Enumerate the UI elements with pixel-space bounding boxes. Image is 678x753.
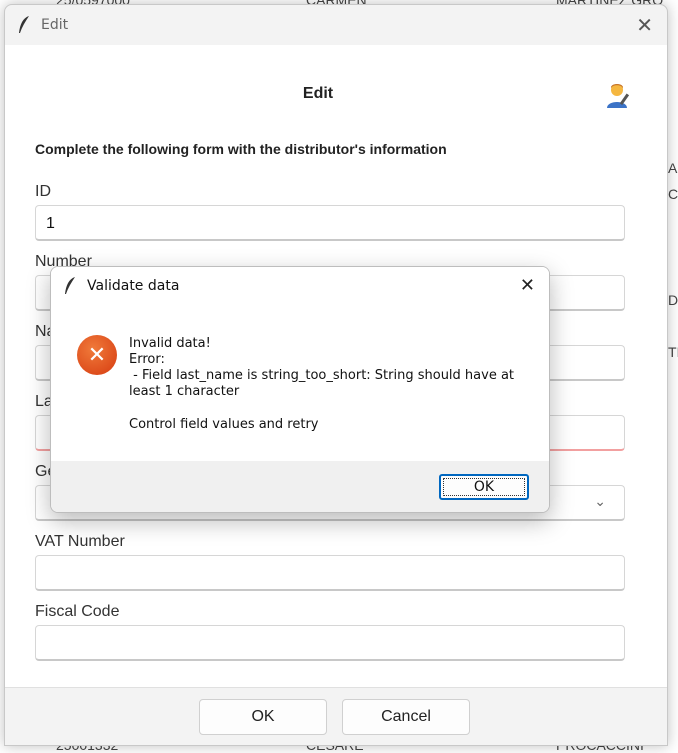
message-line: Invalid data! [129, 336, 211, 351]
background-cell: D [668, 292, 678, 308]
feather-icon [17, 15, 31, 35]
error-icon: ✕ [77, 335, 117, 375]
chevron-down-icon[interactable]: ⌄ [594, 494, 606, 510]
close-icon[interactable]: ✕ [636, 15, 653, 35]
background-cell: CH [668, 186, 678, 202]
dialog-titlebar[interactable]: Validate data ✕ [51, 267, 549, 305]
close-icon[interactable]: ✕ [520, 276, 535, 296]
message-line: Error: [129, 352, 165, 367]
window-titlebar[interactable]: Edit ✕ [5, 5, 667, 45]
field-label-id: ID [35, 183, 51, 200]
id-field[interactable]: 1 [35, 205, 625, 241]
feather-icon [63, 276, 77, 296]
message-line: Control field values and retry [129, 417, 319, 432]
background-cell: AG [668, 160, 678, 176]
form-heading: Edit [302, 85, 334, 102]
field-label-fiscal-code: Fiscal Code [35, 603, 120, 620]
user-edit-icon [605, 81, 633, 109]
dialog-body: ✕ Invalid data! Error: - Field last_name… [51, 305, 549, 461]
fiscal-code-field[interactable] [35, 625, 625, 661]
ok-button[interactable]: OK [199, 699, 327, 735]
window-title: Edit [41, 17, 69, 33]
validate-data-dialog: Validate data ✕ ✕ Invalid data! Error: -… [50, 266, 550, 513]
field-label-vat-number: VAT Number [35, 533, 125, 550]
message-line: least 1 character [129, 384, 240, 399]
dialog-ok-button[interactable]: OK [439, 474, 529, 500]
cancel-button[interactable]: Cancel [342, 699, 470, 735]
message-line: - Field last_name is string_too_short: S… [129, 368, 515, 383]
dialog-title: Validate data [87, 278, 180, 294]
background-cell: TI [668, 344, 678, 360]
form-description: Complete the following form with the dis… [35, 141, 447, 157]
dialog-footer: OK [51, 461, 549, 512]
vat-number-field[interactable] [35, 555, 625, 591]
window-footer: OK Cancel [5, 687, 667, 745]
